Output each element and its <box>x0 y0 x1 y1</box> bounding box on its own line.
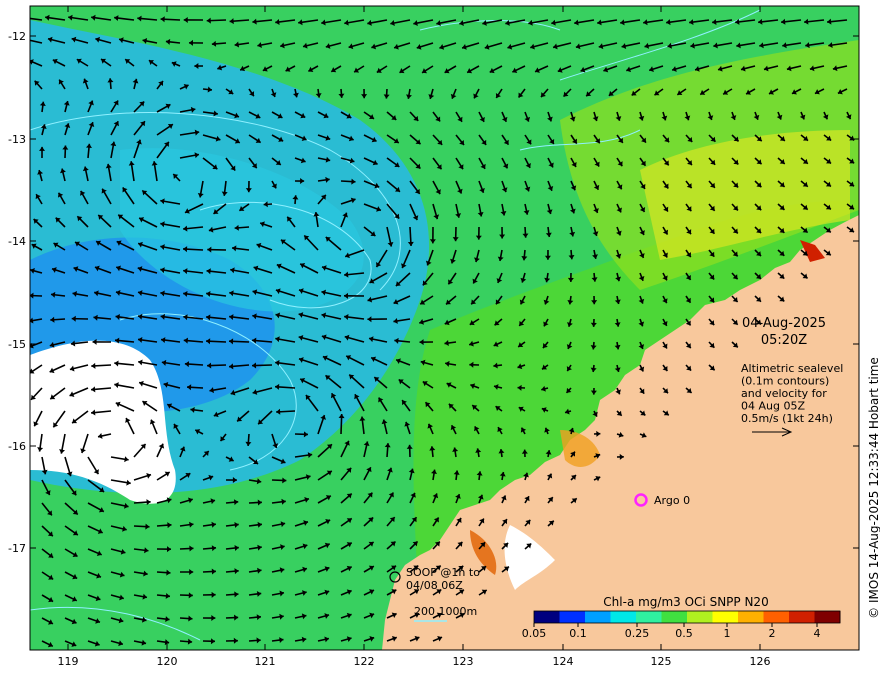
lat-tick-label: -12 <box>8 30 26 43</box>
colorbar-swatch <box>534 611 560 623</box>
bathy-label: 200 1000m <box>414 605 477 618</box>
annotation-desc-line: 0.5m/s (1kt 24h) <box>741 412 833 425</box>
annotation-time: 05:20Z <box>761 333 807 348</box>
annotation-date: 04-Aug-2025 <box>742 316 826 331</box>
lat-tick-label: -16 <box>8 440 26 453</box>
colorbar-tick-label: 4 <box>814 627 821 640</box>
velocity-arrowhead <box>22 15 26 21</box>
lon-tick-label: 122 <box>354 655 375 668</box>
lon-tick-label: 121 <box>255 655 276 668</box>
map-figure: 119 120 121 122 123 124 125 126-12-13-14-15-16-… <box>8 5 880 668</box>
argo-label: Argo 0 <box>654 494 690 507</box>
colorbar-swatch <box>559 611 586 623</box>
colorbar-tick-label: 0.05 <box>522 627 547 640</box>
colorbar-swatch <box>814 611 841 623</box>
map-plot <box>22 6 859 650</box>
lat-tick-label: -13 <box>8 133 26 146</box>
colorbar-swatch <box>585 611 611 623</box>
colorbar-swatch <box>610 611 637 623</box>
colorbar-swatch <box>661 611 688 623</box>
colorbar-title: Chl-a mg/m3 OCi SNPP N20 <box>603 595 768 609</box>
colorbar-swatch <box>763 611 790 623</box>
lon-tick-label: 123 <box>453 655 474 668</box>
colorbar-swatch <box>738 611 764 623</box>
colorbar-swatch <box>687 611 713 623</box>
lon-tick-label: 126 <box>750 655 771 668</box>
annotation-desc-line: Altimetric sealevel <box>741 362 843 375</box>
annotation-desc-line: and velocity for <box>741 387 827 400</box>
colorbar-gradient <box>534 611 841 623</box>
soop-label-line2: 04/08 06Z <box>406 579 463 592</box>
lon-tick-label: 120 <box>157 655 178 668</box>
lat-tick-label: -15 <box>8 338 26 351</box>
annotation-desc-line: (0.1m contours) <box>741 375 829 388</box>
lon-tick-label: 124 <box>553 655 574 668</box>
colorbar-tick-label: 0.25 <box>625 627 650 640</box>
annotation-desc-line: 04 Aug 05Z <box>741 400 805 413</box>
lat-tick-label: -14 <box>8 235 26 248</box>
colorbar-tick-label: 1 <box>724 627 731 640</box>
colorbar-tick-label: 0.5 <box>675 627 693 640</box>
colorbar-swatch <box>636 611 662 623</box>
colorbar-tick-label: 0.1 <box>569 627 587 640</box>
colorbar-swatch <box>789 611 815 623</box>
colorbar-tick-label: 2 <box>769 627 776 640</box>
soop-label-line1: SOOP @1h to <box>406 566 480 579</box>
lat-tick-label: -17 <box>8 542 26 555</box>
lon-tick-label: 125 <box>651 655 672 668</box>
colorbar-swatch <box>712 611 739 623</box>
credit-text: © IMOS 14-Aug-2025 12:33:44 Hobart time <box>867 357 880 619</box>
lon-tick-label: 119 <box>58 655 79 668</box>
